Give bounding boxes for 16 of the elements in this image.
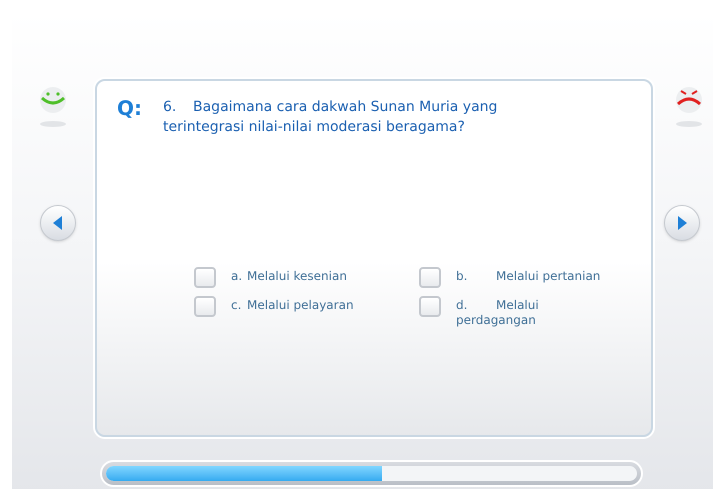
- question-text: 6. Bagaimana cara dakwah Sunan Muria yang terintegrasi nilai-nilai moderasi beragama?: [163, 98, 498, 137]
- answer-option-text: d. Melalui perdagangan: [456, 297, 540, 328]
- question-label: Q:: [117, 97, 143, 122]
- smiley-icon: [38, 86, 68, 130]
- checkbox[interactable]: [419, 267, 441, 288]
- next-button[interactable]: [664, 205, 700, 241]
- checkbox[interactable]: [194, 296, 216, 317]
- checkbox[interactable]: [194, 267, 216, 288]
- answer-option-text: c. Melalui pelayaran: [231, 297, 355, 313]
- previous-button[interactable]: [40, 205, 76, 241]
- answer-option-text: a. Melalui kesenian: [231, 268, 348, 284]
- right-triangle-icon: [677, 216, 687, 230]
- sad-face-icon: [674, 86, 704, 130]
- checkbox[interactable]: [419, 296, 441, 317]
- left-triangle-icon: [53, 216, 63, 230]
- answer-option-text: b. Melalui pertanian: [456, 268, 602, 284]
